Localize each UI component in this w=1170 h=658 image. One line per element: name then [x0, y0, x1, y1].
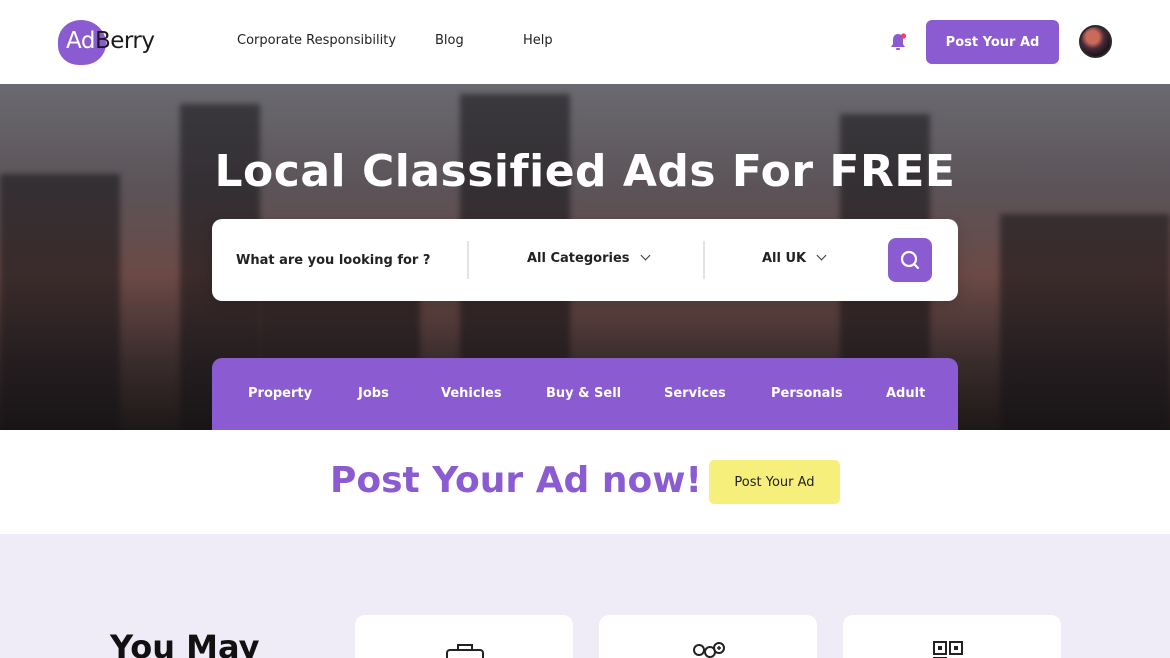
- post-ad-cta: Post Your Ad now! Post Your Ad: [0, 430, 1170, 534]
- people-icon: [693, 642, 725, 658]
- search-icon: [900, 250, 920, 270]
- nav-blog[interactable]: Blog: [435, 33, 464, 48]
- search-divider: [467, 241, 469, 279]
- category-personals[interactable]: Personals: [771, 386, 843, 401]
- post-your-ad-button[interactable]: Post Your Ad: [926, 20, 1059, 64]
- category-buy-sell[interactable]: Buy & Sell: [546, 386, 621, 401]
- cta-title: Post Your Ad now!: [330, 460, 702, 501]
- nav-corporate-responsibility[interactable]: Corporate Responsibility: [237, 33, 396, 48]
- search-button[interactable]: [888, 238, 932, 282]
- hero-background-building: [0, 174, 120, 430]
- bell-icon[interactable]: [888, 32, 908, 52]
- category-bar: Property Jobs Vehicles Buy & Sell Servic…: [212, 358, 958, 430]
- logo[interactable]: AdBerry: [58, 20, 168, 65]
- category-card[interactable]: [843, 615, 1061, 658]
- site-header: AdBerry Corporate Responsibility Blog He…: [0, 0, 1170, 84]
- section-heading: You May: [110, 628, 260, 658]
- category-jobs[interactable]: Jobs: [358, 386, 389, 401]
- search-bar: All Categories All UK: [212, 219, 958, 301]
- category-adult[interactable]: Adult: [886, 386, 925, 401]
- hero-title: Local Classified Ads For FREE: [214, 146, 956, 197]
- category-services[interactable]: Services: [664, 386, 726, 401]
- you-may-section: You May: [0, 534, 1170, 658]
- user-avatar[interactable]: [1079, 25, 1112, 58]
- search-divider: [703, 241, 705, 279]
- hero-section: Local Classified Ads For FREE All Catego…: [0, 84, 1170, 430]
- search-input[interactable]: [236, 244, 456, 276]
- chevron-down-icon: [816, 250, 827, 261]
- nav-help[interactable]: Help: [523, 33, 553, 48]
- qr-grid-icon: [933, 641, 963, 658]
- hero-background-building: [1000, 214, 1170, 430]
- chevron-down-icon: [640, 250, 650, 261]
- cta-post-your-ad-button[interactable]: Post Your Ad: [709, 460, 840, 504]
- category-card[interactable]: [355, 615, 573, 658]
- logo-text: AdBerry: [66, 28, 155, 54]
- briefcase-icon: [446, 644, 484, 658]
- category-select[interactable]: All Categories: [527, 250, 650, 266]
- category-vehicles[interactable]: Vehicles: [441, 386, 502, 401]
- location-select[interactable]: All UK: [762, 250, 827, 266]
- category-property[interactable]: Property: [248, 386, 312, 401]
- category-card[interactable]: [599, 615, 817, 658]
